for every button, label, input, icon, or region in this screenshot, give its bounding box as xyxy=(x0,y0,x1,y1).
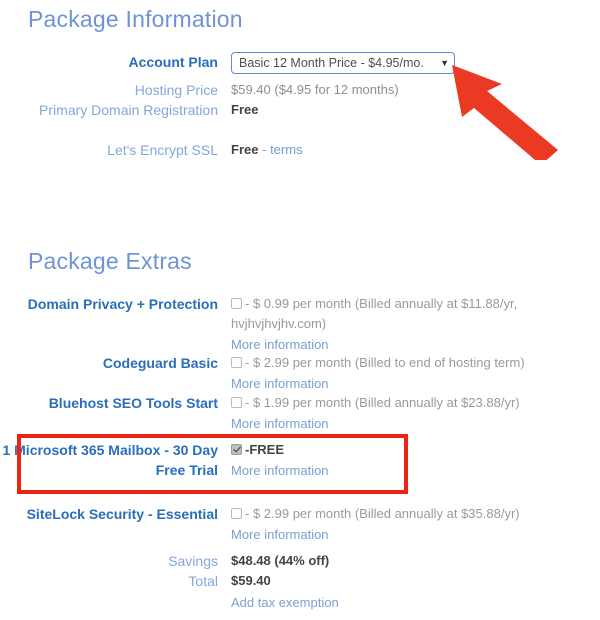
microsoft-365-extra-row: 1 Microsoft 365 Mailbox - 30 Day Free Tr… xyxy=(0,440,600,481)
sitelock-security-description: - $ 2.99 per month (Billed annually at $… xyxy=(245,506,520,521)
microsoft-365-more-information-link[interactable]: More information xyxy=(231,461,600,481)
savings-value-cell: $48.48 (44% off) xyxy=(228,551,600,571)
lets-encrypt-ssl-label: Let's Encrypt SSL xyxy=(107,142,218,158)
lets-encrypt-ssl-row: Let's Encrypt SSL Free - terms xyxy=(0,140,600,160)
microsoft-365-description: -FREE xyxy=(245,442,284,457)
savings-row: Savings $48.48 (44% off) xyxy=(0,551,600,571)
domain-privacy-checkbox[interactable] xyxy=(231,298,242,309)
account-plan-label: Account Plan xyxy=(128,54,218,70)
codeguard-basic-extra-row: Codeguard Basic - $ 2.99 per month (Bill… xyxy=(0,353,600,394)
tax-exemption-row: Add tax exemption xyxy=(0,593,600,613)
sitelock-security-value-cell: - $ 2.99 per month (Billed annually at $… xyxy=(228,504,600,545)
hosting-price-value: $59.40 ($4.95 for 12 months) xyxy=(231,82,399,97)
savings-value: $48.48 (44% off) xyxy=(231,553,330,568)
bluehost-seo-tools-checkbox[interactable] xyxy=(231,397,242,408)
sitelock-security-more-information-link[interactable]: More information xyxy=(231,525,600,545)
microsoft-365-checkbox[interactable] xyxy=(231,444,242,455)
microsoft-365-value-cell: -FREE More information xyxy=(228,440,600,481)
tax-exemption-value-cell: Add tax exemption xyxy=(228,593,600,613)
codeguard-basic-value-cell: - $ 2.99 per month (Billed to end of hos… xyxy=(228,353,600,394)
total-value: $59.40 xyxy=(231,573,271,588)
account-plan-select[interactable]: Basic 12 Month Price - $4.95/mo. ▼ xyxy=(231,52,455,74)
primary-domain-registration-label: Primary Domain Registration xyxy=(39,102,218,118)
codeguard-basic-more-information-link[interactable]: More information xyxy=(231,374,600,394)
total-label: Total xyxy=(188,573,218,589)
value-separator-dash: - xyxy=(262,142,267,157)
package-extras-title: Package Extras xyxy=(28,248,192,274)
account-plan-row: Account Plan Basic 12 Month Price - $4.9… xyxy=(0,52,600,74)
total-value-cell: $59.40 xyxy=(228,571,600,591)
sitelock-security-label: SiteLock Security - Essential xyxy=(26,506,218,522)
page-title: Package Information xyxy=(28,6,243,32)
account-plan-value-cell: Basic 12 Month Price - $4.95/mo. ▼ xyxy=(228,52,600,74)
bluehost-seo-tools-more-information-link[interactable]: More information xyxy=(231,414,600,434)
lets-encrypt-ssl-value-cell: Free - terms xyxy=(228,140,600,160)
chevron-down-icon: ▼ xyxy=(440,58,449,68)
domain-privacy-extra-row: Domain Privacy + Protection - $ 0.99 per… xyxy=(0,294,600,355)
add-tax-exemption-link[interactable]: Add tax exemption xyxy=(231,595,339,610)
codeguard-basic-checkbox[interactable] xyxy=(231,357,242,368)
terms-link[interactable]: terms xyxy=(270,142,303,157)
domain-privacy-description: - $ 0.99 per month (Billed annually at $… xyxy=(231,296,518,331)
primary-domain-registration-value: Free xyxy=(231,102,259,117)
hosting-price-value-cell: $59.40 ($4.95 for 12 months) xyxy=(228,80,600,100)
primary-domain-registration-row: Primary Domain Registration Free xyxy=(0,100,600,120)
codeguard-basic-description: - $ 2.99 per month (Billed to end of hos… xyxy=(245,355,525,370)
primary-domain-registration-value-cell: Free xyxy=(228,100,600,120)
hosting-price-label: Hosting Price xyxy=(134,82,218,98)
domain-privacy-value-cell: - $ 0.99 per month (Billed annually at $… xyxy=(228,294,600,355)
account-plan-selected-option: Basic 12 Month Price - $4.95/mo. xyxy=(239,56,424,70)
bluehost-seo-tools-value-cell: - $ 1.99 per month (Billed annually at $… xyxy=(228,393,600,434)
sitelock-security-extra-row: SiteLock Security - Essential - $ 2.99 p… xyxy=(0,504,600,545)
domain-privacy-more-information-link[interactable]: More information xyxy=(231,335,600,355)
domain-privacy-label: Domain Privacy + Protection xyxy=(27,296,218,312)
lets-encrypt-ssl-value: Free xyxy=(231,142,259,157)
savings-label: Savings xyxy=(168,553,218,569)
hosting-price-row: Hosting Price $59.40 ($4.95 for 12 month… xyxy=(0,80,600,100)
microsoft-365-label: 1 Microsoft 365 Mailbox - 30 Day Free Tr… xyxy=(2,442,218,478)
sitelock-security-checkbox[interactable] xyxy=(231,508,242,519)
bluehost-seo-tools-extra-row: Bluehost SEO Tools Start - $ 1.99 per mo… xyxy=(0,393,600,434)
bluehost-seo-tools-description: - $ 1.99 per month (Billed annually at $… xyxy=(245,395,520,410)
bluehost-seo-tools-label: Bluehost SEO Tools Start xyxy=(48,395,218,411)
package-configuration-page: Package Information Account Plan Basic 1… xyxy=(0,0,600,620)
total-row: Total $59.40 xyxy=(0,571,600,591)
codeguard-basic-label: Codeguard Basic xyxy=(102,355,218,371)
